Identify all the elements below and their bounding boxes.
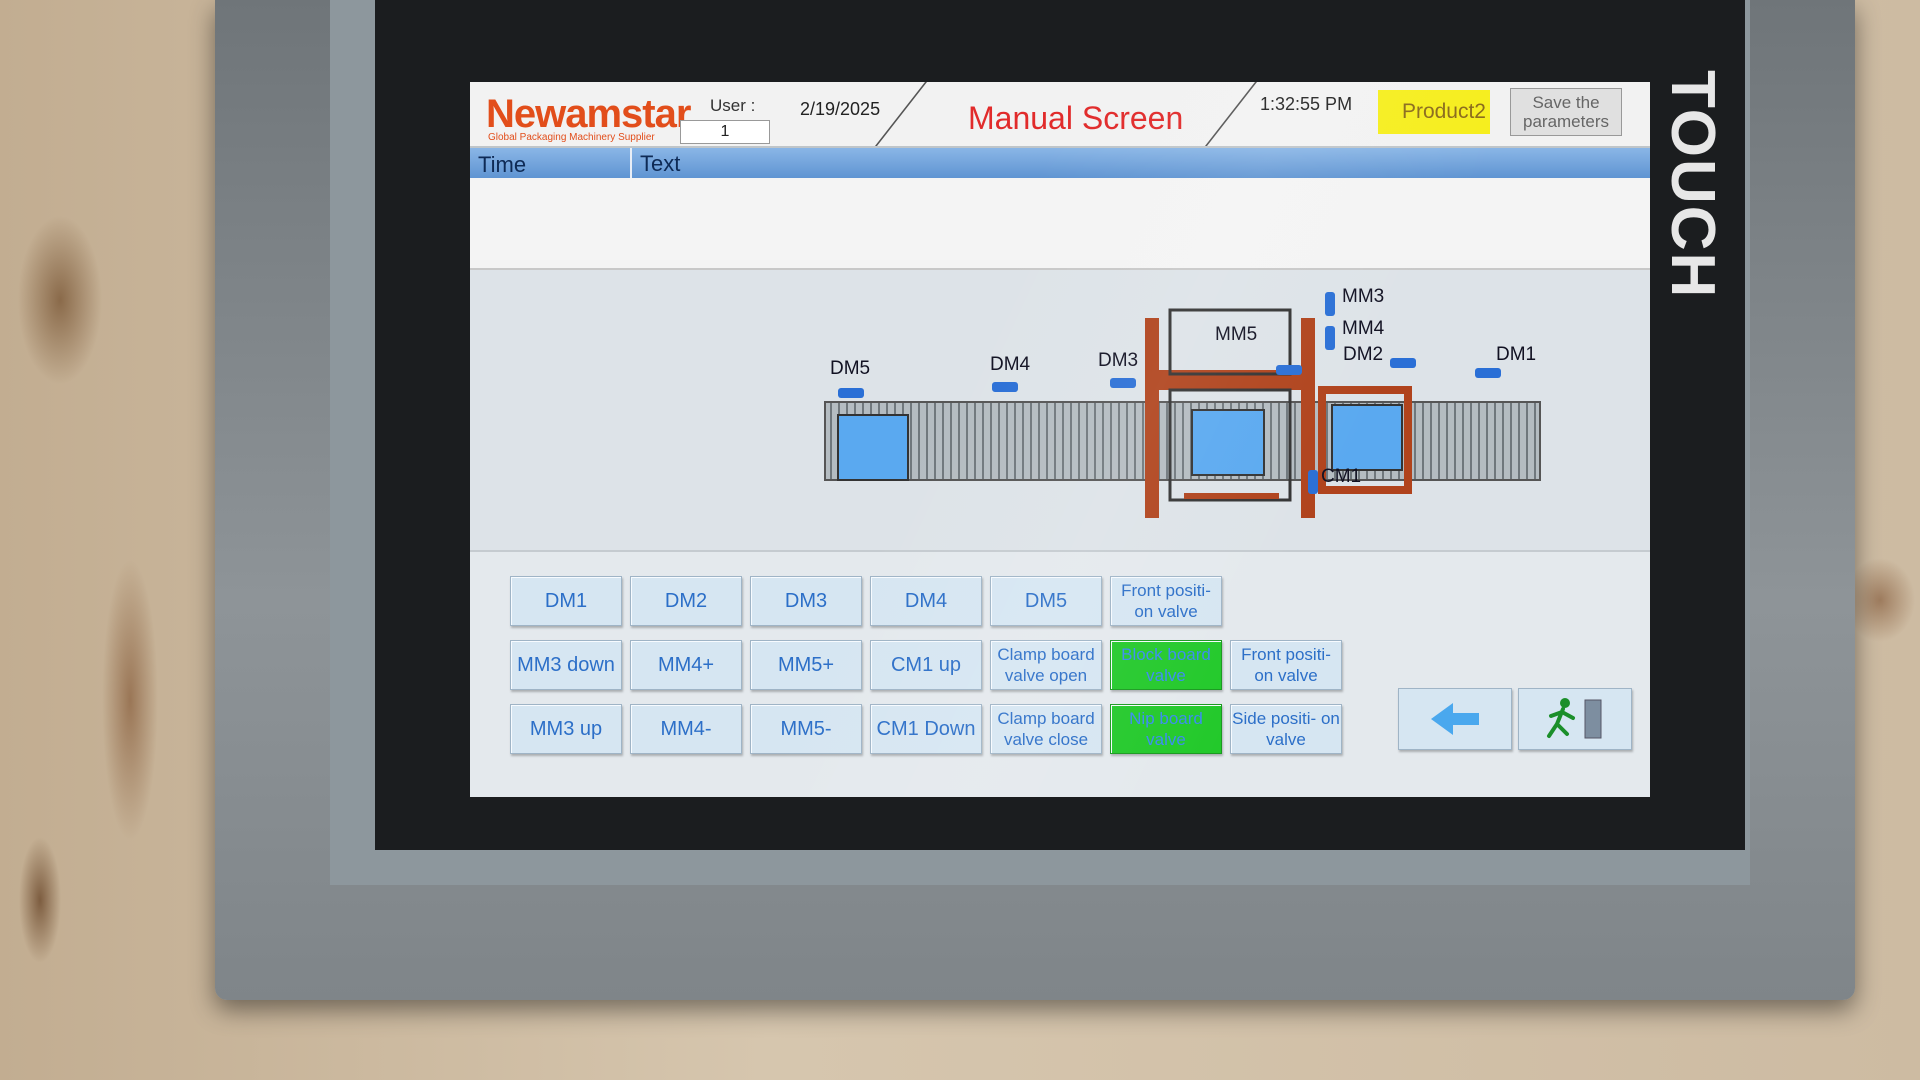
exit-person-icon (1547, 698, 1602, 739)
case-box (837, 414, 909, 481)
side-position-valve-button[interactable]: Side positi- on valve (1230, 704, 1342, 754)
hmi-screen: Newamstar Global Packaging Machinery Sup… (470, 82, 1650, 797)
touch-brand-label: TOUCH (1658, 70, 1727, 300)
label-dm2: DM2 (1343, 344, 1384, 365)
mm4-minus-button[interactable]: MM4- (630, 704, 742, 754)
date-display: 2/19/2025 (800, 99, 881, 119)
dm3-button[interactable]: DM3 (750, 576, 862, 626)
cm1-down-button[interactable]: CM1 Down (870, 704, 982, 754)
label-mm3: MM3 (1342, 286, 1385, 307)
label-dm3: DM3 (1098, 350, 1139, 371)
alarm-table-body[interactable] (470, 178, 1650, 270)
mm4-plus-button[interactable]: MM4+ (630, 640, 742, 690)
cm1-up-button[interactable]: CM1 up (870, 640, 982, 690)
company-tagline: Global Packaging Machinery Supplier (488, 132, 655, 143)
dm4-button[interactable]: DM4 (870, 576, 982, 626)
alarm-table-header: Time Text (470, 148, 1650, 178)
front-position-valve-button[interactable]: Front positi- on valve (1110, 576, 1222, 626)
back-button[interactable] (1398, 688, 1512, 750)
header-divider (1204, 82, 1258, 146)
nip-board-valve-button[interactable]: Nip board valve (1110, 704, 1222, 754)
label-dm4: DM4 (990, 354, 1031, 375)
clamp-board-close-button[interactable]: Clamp board valve close (990, 704, 1102, 754)
block-board-valve-button[interactable]: Block board valve (1110, 640, 1222, 690)
arrow-left-icon (1431, 703, 1479, 735)
save-parameters-button[interactable]: Save the parameters (1510, 88, 1622, 136)
mm5-minus-button[interactable]: MM5- (750, 704, 862, 754)
page-title: Manual Screen (968, 100, 1184, 136)
case-box (1331, 404, 1403, 471)
label-cm1: CM1 (1321, 466, 1362, 487)
header-bar: Newamstar Global Packaging Machinery Sup… (470, 82, 1650, 148)
dm1-button[interactable]: DM1 (510, 576, 622, 626)
company-logo: Newamstar (486, 92, 691, 136)
mm3-down-button[interactable]: MM3 down (510, 640, 622, 690)
control-panel: DM1 DM2 DM3 DM4 DM5 Front positi- on val… (470, 550, 1650, 797)
clamp-base (1184, 493, 1279, 499)
machine-diagram: DM5 DM4 DM3 DM2 DM1 MM3 MM4 MM5 CM1 (470, 270, 1650, 550)
mm3-up-button[interactable]: MM3 up (510, 704, 622, 754)
label-dm5: DM5 (830, 358, 871, 379)
exit-button[interactable] (1518, 688, 1632, 750)
dm5-button[interactable]: DM5 (990, 576, 1102, 626)
user-label: User : (710, 96, 756, 115)
header-divider (874, 82, 928, 146)
column-text: Text (640, 151, 681, 176)
conveyor-belt (824, 401, 1541, 481)
mm5-plus-button[interactable]: MM5+ (750, 640, 862, 690)
frame-post-left (1145, 318, 1159, 518)
case-box (1191, 409, 1265, 476)
product-indicator[interactable]: Product2 (1378, 90, 1490, 134)
dm2-button[interactable]: DM2 (630, 576, 742, 626)
column-time: Time (478, 152, 527, 177)
label-mm4: MM4 (1342, 318, 1385, 339)
time-display: 1:32:55 PM (1260, 94, 1353, 114)
label-mm5: MM5 (1215, 324, 1258, 345)
clamp-board-open-button[interactable]: Clamp board valve open (990, 640, 1102, 690)
label-dm1: DM1 (1496, 344, 1537, 365)
user-field[interactable]: 1 (680, 120, 770, 144)
conveyor-svg (824, 292, 1541, 518)
column-divider (630, 148, 632, 178)
front-position-valve-2-button[interactable]: Front positi- on valve (1230, 640, 1342, 690)
